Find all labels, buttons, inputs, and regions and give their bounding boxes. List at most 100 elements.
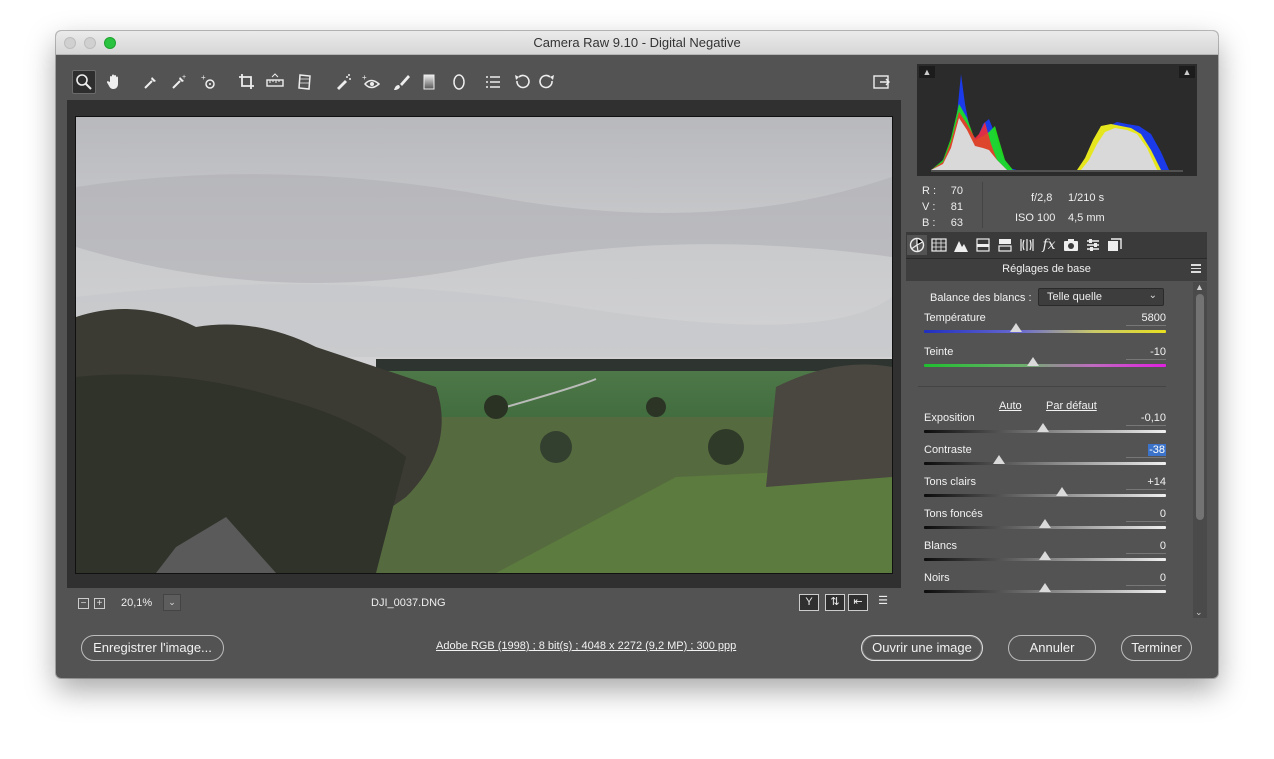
image-pane: + + + − + 20,1% ⌄ DJI_0037.DNG Y ⇅ ⇤ ☰ [67, 64, 901, 618]
slider-track-temperature[interactable] [924, 330, 1166, 333]
zoom-in-button[interactable]: + [94, 598, 105, 609]
file-name: DJI_0037.DNG [371, 597, 446, 609]
tab-snapshots-icon[interactable] [1105, 235, 1125, 255]
slider-value-blacks[interactable]: 0 [1126, 572, 1166, 586]
slider-track-tint[interactable] [924, 364, 1166, 367]
slider-value-highlights[interactable]: +14 [1126, 476, 1166, 490]
slider-label-contrast: Contraste [924, 444, 972, 456]
v-value: 81 [950, 201, 963, 213]
white-balance-label: Balance des blancs : [930, 292, 1032, 304]
panel-tabs: fx [906, 232, 1207, 258]
tool-bar: + + + [67, 64, 901, 100]
radial-filter-icon[interactable] [447, 70, 471, 94]
tab-basic-icon[interactable] [907, 235, 927, 255]
r-label: R : [922, 185, 937, 197]
svg-text:+: + [182, 74, 186, 81]
scroll-thumb[interactable] [1196, 294, 1204, 520]
full-screen-toggle-icon[interactable] [869, 70, 893, 94]
color-sampler-tool-icon[interactable]: + [167, 70, 191, 94]
camera-raw-window: Camera Raw 9.10 - Digital Negative + + +… [56, 31, 1218, 678]
scroll-up-icon[interactable]: ▲ [1195, 282, 1204, 292]
tab-presets-icon[interactable] [1083, 235, 1103, 255]
swap-settings-icon[interactable]: ⇅ [825, 594, 845, 611]
aperture: f/2,8 [1031, 192, 1053, 204]
slider-thumb-tint[interactable] [1026, 357, 1039, 366]
tab-camera-calibration-icon[interactable] [1061, 235, 1081, 255]
slider-track-contrast[interactable] [924, 462, 1166, 465]
scroll-down-icon[interactable]: ⌄ [1195, 607, 1203, 618]
v-label: V : [922, 201, 936, 213]
image-preview[interactable] [75, 116, 893, 574]
slider-value-whites[interactable]: 0 [1126, 540, 1166, 554]
slider-value-text: -0,10 [1140, 412, 1166, 424]
slider-thumb-blacks[interactable] [1039, 583, 1051, 592]
b-label: B : [922, 217, 936, 229]
toggle-settings-icon[interactable]: ☰ [873, 594, 893, 611]
hand-tool-icon[interactable] [102, 70, 126, 94]
red-eye-removal-icon[interactable]: + [359, 70, 383, 94]
slider-value-text: -10 [1150, 346, 1166, 358]
slider-label-tint: Teinte [924, 346, 954, 358]
panel-menu-icon[interactable] [1191, 264, 1201, 273]
straighten-tool-icon[interactable] [263, 70, 287, 94]
graduated-filter-icon[interactable] [417, 70, 441, 94]
adjustment-brush-icon[interactable] [389, 70, 413, 94]
r-value: 70 [950, 185, 963, 197]
transform-tool-icon[interactable] [293, 70, 317, 94]
zoom-level: 20,1% [121, 597, 153, 609]
slider-label-highlights: Tons clairs [924, 476, 976, 488]
zoom-dropdown[interactable]: ⌄ [163, 594, 181, 611]
slider-value-temperature[interactable]: 5800 [1126, 312, 1166, 326]
adjustments-pane: ▲ ▲ R : 70 V : 81 B : 63 f/2,8 1/210 s I… [906, 64, 1207, 618]
slider-thumb-shadows[interactable] [1039, 519, 1051, 528]
histogram: ▲ ▲ [917, 64, 1197, 176]
open-image-button[interactable]: Ouvrir une image [861, 635, 983, 661]
iso: ISO 100 [1015, 212, 1056, 224]
slider-label-whites: Blancs [924, 540, 958, 552]
slider-value-text: 0 [1159, 508, 1166, 520]
preferences-icon[interactable] [481, 70, 505, 94]
chevron-down-icon: ⌄ [1148, 290, 1157, 301]
slider-thumb-temperature[interactable] [1009, 323, 1022, 332]
slider-value-exposure[interactable]: -0,10 [1126, 412, 1166, 426]
slider-value-tint[interactable]: -10 [1126, 346, 1166, 360]
slider-label-exposure: Exposition [924, 412, 975, 424]
rotate-ccw-icon[interactable] [510, 70, 534, 94]
copy-settings-icon[interactable]: ⇤ [848, 594, 868, 611]
slider-value-text: -38 [1148, 444, 1166, 456]
panel-scrollbar[interactable]: ▲ ⌄ [1193, 282, 1207, 618]
cancel-button[interactable]: Annuler [1008, 635, 1096, 661]
image-info: R : 70 V : 81 B : 63 f/2,8 1/210 s ISO 1… [917, 176, 1197, 230]
slider-track-highlights[interactable] [924, 494, 1166, 497]
tab-detail-icon[interactable] [951, 235, 971, 255]
targeted-adjustment-tool-icon[interactable]: + [197, 70, 221, 94]
tab-effects-icon[interactable]: fx [1039, 235, 1059, 255]
slider-value-contrast[interactable]: -38 [1126, 444, 1166, 458]
zoom-tool-icon[interactable] [72, 70, 96, 94]
save-image-button[interactable]: Enregistrer l'image... [81, 635, 224, 661]
white-balance-select[interactable]: Telle quelle ⌄ [1038, 288, 1164, 306]
slider-thumb-whites[interactable] [1039, 551, 1051, 560]
default-button[interactable]: Par défaut [1046, 400, 1097, 412]
crop-tool-icon[interactable] [235, 70, 259, 94]
tab-lens-corrections-icon[interactable] [1017, 235, 1037, 255]
title-bar: Camera Raw 9.10 - Digital Negative [56, 31, 1218, 55]
slider-thumb-exposure[interactable] [1036, 423, 1049, 432]
spot-removal-tool-icon[interactable] [331, 70, 355, 94]
tab-hsl-icon[interactable] [973, 235, 993, 255]
slider-value-shadows[interactable]: 0 [1126, 508, 1166, 522]
zoom-out-button[interactable]: − [78, 598, 89, 609]
white-balance-tool-icon[interactable] [139, 70, 163, 94]
slider-thumb-contrast[interactable] [993, 455, 1006, 464]
slider-value-text: 0 [1159, 540, 1166, 552]
workflow-options-link[interactable]: Adobe RGB (1998) ; 8 bit(s) ; 4048 x 227… [436, 640, 736, 652]
tab-split-toning-icon[interactable] [995, 235, 1015, 255]
before-after-view-icon[interactable]: Y [799, 594, 819, 611]
rotate-cw-icon[interactable] [535, 70, 559, 94]
auto-button[interactable]: Auto [999, 400, 1022, 412]
tab-tone-curve-icon[interactable] [929, 235, 949, 255]
slider-thumb-highlights[interactable] [1055, 487, 1068, 496]
image-status-bar: − + 20,1% ⌄ DJI_0037.DNG Y ⇅ ⇤ ☰ [67, 588, 901, 618]
b-value: 63 [950, 217, 963, 229]
done-button[interactable]: Terminer [1121, 635, 1192, 661]
